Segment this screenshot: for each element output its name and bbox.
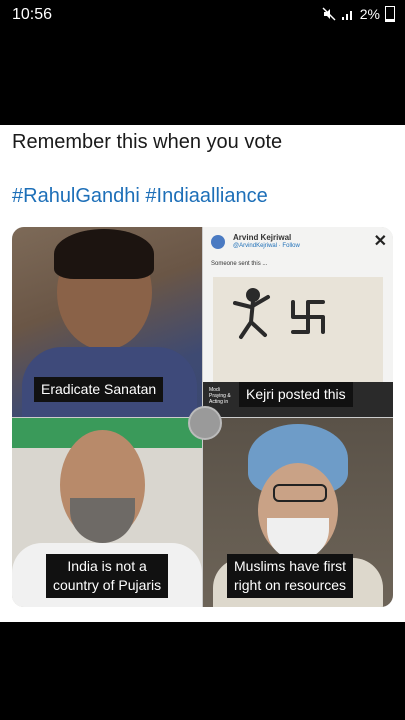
tweet-handle: @ArvindKejriwal · Follow xyxy=(233,243,300,249)
tile1-caption: Eradicate Sanatan xyxy=(34,377,164,402)
tile4-caption-line2: right on resources xyxy=(234,577,347,593)
tile4-caption-line1: Muslims have first xyxy=(234,558,347,574)
glasses-shape xyxy=(273,484,327,502)
drawing-icon xyxy=(233,288,325,339)
tweet-avatar xyxy=(211,235,225,249)
tweet-header: Arvind Kejriwal @ArvindKejriwal · Follow… xyxy=(211,233,387,283)
tweet-author: Arvind Kejriwal xyxy=(233,233,292,242)
collage-tile-2: Arvind Kejriwal @ArvindKejriwal · Follow… xyxy=(203,227,393,417)
tweet-tiny-label: Modi Praying & Acting in xyxy=(209,387,231,405)
status-bar: 10:56 2% xyxy=(0,0,405,30)
signal-icon xyxy=(341,11,352,20)
mute-icon xyxy=(322,7,336,21)
status-time: 10:56 xyxy=(12,6,53,23)
hair-shape xyxy=(54,229,154,279)
collage-tile-4: Muslims have first right on resources xyxy=(203,418,393,607)
post-text: Remember this when you vote xyxy=(12,131,283,153)
image-collage[interactable]: Eradicate Sanatan Arvind Kejriwal @Arvin… xyxy=(12,227,393,607)
tile2-caption: Kejri posted this xyxy=(239,382,353,407)
tile3-caption: India is not a country of Pujaris xyxy=(46,554,169,598)
tile3-caption-line2: country of Pujaris xyxy=(53,577,162,593)
collage-tile-1: Eradicate Sanatan xyxy=(12,227,202,417)
collage-center-badge xyxy=(188,406,222,440)
close-icon: ✕ xyxy=(373,233,387,250)
tile4-caption: Muslims have first right on resources xyxy=(227,554,354,598)
tweet-text: Someone sent this ... xyxy=(211,261,268,267)
beard-shape xyxy=(70,498,135,543)
post-card: Remember this when you vote #RahulGandhi… xyxy=(0,125,405,622)
status-right: 2% xyxy=(322,6,395,22)
collage-tile-3: India is not a country of Pujaris xyxy=(12,418,202,607)
battery-icon xyxy=(385,6,395,22)
tweet-image xyxy=(213,277,383,385)
tile3-caption-line1: India is not a xyxy=(67,558,147,574)
post-hashtags[interactable]: #RahulGandhi #Indiaalliance xyxy=(12,185,268,208)
battery-percent: 2% xyxy=(359,6,380,22)
